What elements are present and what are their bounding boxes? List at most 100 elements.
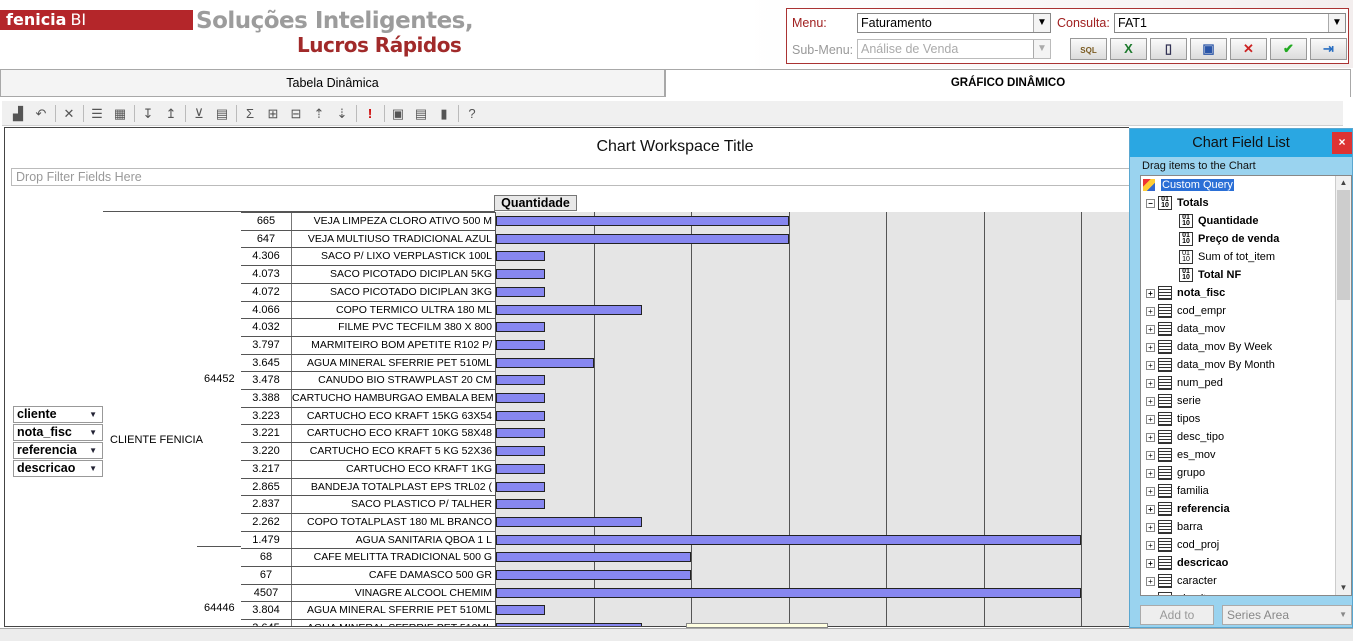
alert-icon[interactable]: ! — [360, 104, 380, 123]
expand-icon[interactable]: + — [1146, 594, 1155, 595]
expand-icon[interactable]: + — [1146, 342, 1155, 352]
bar[interactable] — [496, 304, 642, 315]
bar[interactable] — [496, 516, 642, 527]
tree-field[interactable]: + barra — [1146, 518, 1203, 536]
confirm-button[interactable]: ✔ — [1270, 38, 1307, 60]
data-field-button[interactable]: Quantidade — [494, 195, 577, 211]
axis-field-descricao[interactable]: descricao ▼ — [13, 460, 103, 477]
expand-icon[interactable]: + — [1146, 540, 1155, 550]
sql-button[interactable]: SQL — [1070, 38, 1107, 60]
tree-field[interactable]: + familia — [1146, 482, 1209, 500]
tree-field[interactable]: + referencia — [1146, 500, 1230, 518]
scroll-up-icon[interactable]: ▲ — [1336, 176, 1351, 190]
show-top-icon[interactable]: ▤ — [212, 104, 232, 123]
delete-icon[interactable]: ✕ — [59, 104, 79, 123]
sort-ascending-icon[interactable]: ↧ — [138, 104, 158, 123]
autofilter-icon[interactable]: ⊻ — [189, 104, 209, 123]
collapse-icon[interactable]: ⊟ — [286, 104, 306, 123]
tree-totals[interactable]: −01 10 Totals — [1146, 194, 1209, 212]
bar[interactable] — [496, 570, 691, 580]
bar[interactable] — [496, 446, 545, 457]
bar[interactable] — [496, 269, 545, 280]
bar[interactable] — [496, 286, 545, 297]
expand-icon[interactable]: + — [1146, 306, 1155, 316]
excel-button[interactable]: X — [1110, 38, 1147, 60]
expand-icon[interactable]: + — [1146, 576, 1155, 586]
bar[interactable] — [496, 463, 545, 474]
expand-icon[interactable]: + — [1146, 378, 1155, 388]
bar[interactable] — [496, 623, 642, 626]
add-to-button[interactable]: Add to — [1140, 605, 1214, 625]
tree-field[interactable]: + nota_fisc — [1146, 284, 1225, 302]
tree-scrollbar[interactable]: ▲ ▼ — [1335, 176, 1351, 595]
tab-grafico-dinamico[interactable]: GRÁFICO DINÂMICO — [665, 69, 1351, 97]
move-up-icon[interactable]: ⇡ — [309, 104, 329, 123]
bar[interactable] — [496, 481, 545, 492]
bar[interactable] — [496, 251, 545, 262]
tree-measure[interactable]: 01 10 Sum of tot_item — [1179, 248, 1275, 266]
expand-icon[interactable]: + — [1146, 504, 1155, 514]
bar[interactable] — [496, 375, 545, 386]
undo-icon[interactable]: ↶ — [31, 104, 51, 123]
tree-field[interactable]: + data_mov By Month — [1146, 356, 1275, 374]
delete-button[interactable]: ✕ — [1230, 38, 1267, 60]
legend-icon[interactable]: ▮ — [434, 104, 454, 123]
tree-field[interactable]: + serie — [1146, 392, 1201, 410]
bar[interactable] — [496, 552, 691, 563]
properties-icon[interactable]: ▤ — [411, 104, 431, 123]
expand-icon[interactable]: + — [1146, 324, 1155, 334]
tree-field[interactable]: + obs_item — [1146, 590, 1222, 595]
tree-field[interactable]: + cod_empr — [1146, 302, 1226, 320]
axis-field-referencia[interactable]: referencia ▼ — [13, 442, 103, 459]
bar[interactable] — [496, 322, 545, 333]
sort-descending-icon[interactable]: ↥ — [161, 104, 181, 123]
tree-field[interactable]: + num_ped — [1146, 374, 1223, 392]
field-list-icon[interactable]: ☰ — [87, 104, 107, 123]
tree-measure[interactable]: 01 10 Preço de venda — [1179, 230, 1279, 248]
bar[interactable] — [496, 605, 545, 616]
save-button[interactable]: ▣ — [1190, 38, 1227, 60]
expand-icon[interactable]: + — [1146, 450, 1155, 460]
tree-field[interactable]: + grupo — [1146, 464, 1205, 482]
axis-field-cliente[interactable]: cliente ▼ — [13, 406, 103, 423]
commands-icon[interactable]: ▦ — [110, 104, 130, 123]
tab-tabela-dinamica[interactable]: Tabela Dinâmica — [0, 69, 665, 97]
exit-button[interactable]: ⇥ — [1310, 38, 1347, 60]
tree-field[interactable]: + tipos — [1146, 410, 1200, 428]
close-icon[interactable]: × — [1332, 132, 1352, 154]
tree-root-custom-query[interactable]: Custom Query — [1143, 176, 1234, 194]
consulta-select[interactable]: FAT1 ▼ — [1114, 13, 1346, 33]
move-down-icon[interactable]: ⇣ — [332, 104, 352, 123]
axis-field-nota-fisc[interactable]: nota_fisc ▼ — [13, 424, 103, 441]
bar[interactable] — [496, 339, 545, 350]
submenu-select[interactable]: Análise de Venda ▼ — [857, 39, 1051, 59]
expand-icon[interactable]: + — [1146, 486, 1155, 496]
autocalc-icon[interactable]: Σ — [240, 104, 260, 123]
bar[interactable] — [496, 410, 545, 421]
filter-drop-zone[interactable]: Drop Filter Fields Here — [11, 168, 1129, 186]
tree-field[interactable]: + descricao — [1146, 554, 1228, 572]
bar[interactable] — [496, 233, 789, 244]
tree-field[interactable]: + data_mov By Week — [1146, 338, 1272, 356]
bar[interactable] — [496, 216, 789, 226]
tree-field[interactable]: + cod_proj — [1146, 536, 1219, 554]
bar[interactable] — [496, 534, 1081, 545]
help-icon[interactable]: ? — [462, 104, 482, 123]
tree-field[interactable]: + caracter — [1146, 572, 1217, 590]
expand-icon[interactable]: ⊞ — [263, 104, 283, 123]
expand-icon[interactable]: + — [1146, 414, 1155, 424]
expand-icon[interactable]: + — [1146, 396, 1155, 406]
expand-icon[interactable]: + — [1146, 288, 1155, 298]
tree-measure[interactable]: 01 10 Quantidade — [1179, 212, 1259, 230]
expand-icon[interactable]: + — [1146, 558, 1155, 568]
tree-field[interactable]: + data_mov — [1146, 320, 1225, 338]
tree-measure[interactable]: 01 10 Total NF — [1179, 266, 1241, 284]
area-select[interactable]: Series Area ▼ — [1222, 605, 1352, 625]
chart-type-icon[interactable]: ▟ — [8, 104, 28, 123]
bar[interactable] — [496, 587, 1081, 598]
new-document-button[interactable]: ▯ — [1150, 38, 1187, 60]
menu-select[interactable]: Faturamento ▼ — [857, 13, 1051, 33]
export-icon[interactable]: ▣ — [388, 104, 408, 123]
bar[interactable] — [496, 393, 545, 403]
bar[interactable] — [496, 428, 545, 439]
